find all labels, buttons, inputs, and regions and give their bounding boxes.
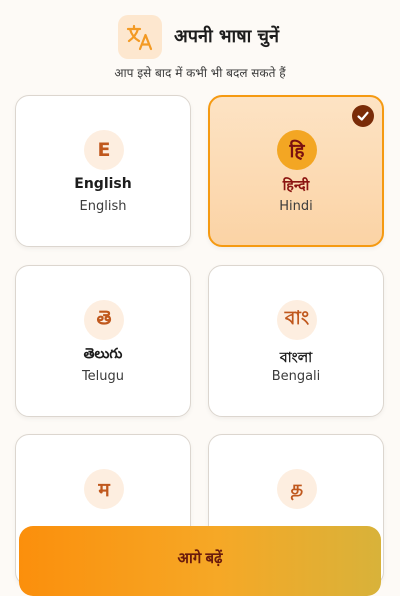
- language-native-name: বাংলা: [279, 350, 313, 366]
- language-card-bengali[interactable]: বাং বাংলা Bengali: [208, 265, 384, 417]
- language-english-name: Telugu: [81, 369, 125, 384]
- language-english-name: Bengali: [271, 369, 321, 384]
- language-native-name: हिन्दी: [282, 178, 310, 194]
- translate-icon: [118, 15, 162, 59]
- language-card-telugu[interactable]: తె తెలుగు Telugu: [15, 265, 191, 417]
- language-glyph: বাং: [277, 300, 317, 340]
- language-english-name: Hindi: [279, 199, 313, 214]
- language-native-name: తెలుగు: [83, 346, 123, 362]
- language-card-english[interactable]: E English English: [15, 95, 191, 247]
- continue-button-label: आगे बढ़ें: [177, 550, 223, 567]
- language-glyph: म: [84, 469, 124, 509]
- language-glyph: हि: [277, 130, 317, 170]
- language-native-name: English: [74, 176, 132, 192]
- language-glyph: த: [277, 469, 317, 509]
- page-title: अपनी भाषा चुनें: [174, 26, 279, 47]
- language-glyph: E: [84, 130, 124, 170]
- continue-button[interactable]: आगे बढ़ें: [19, 526, 381, 596]
- language-glyph: తె: [84, 300, 124, 340]
- page-subtitle: आप इसे बाद में कभी भी बदल सकते हैं: [114, 66, 286, 80]
- language-english-name: English: [79, 199, 127, 214]
- header: अपनी भाषा चुनें आप इसे बाद में कभी भी बद…: [0, 0, 400, 90]
- language-card-hindi[interactable]: हि हिन्दी Hindi: [208, 95, 384, 247]
- check-icon: [352, 105, 374, 127]
